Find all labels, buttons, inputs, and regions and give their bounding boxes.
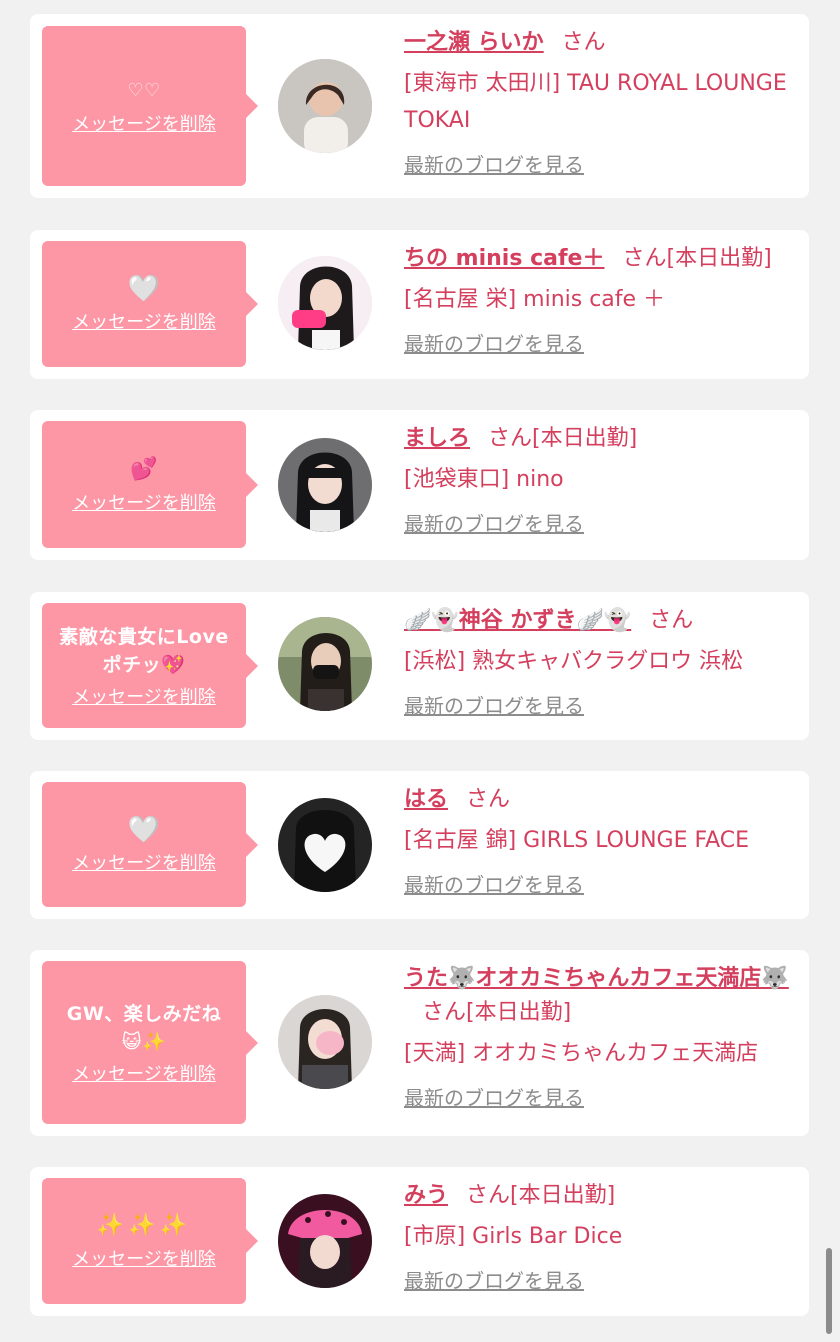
- latest-blog-link[interactable]: 最新のブログを見る: [404, 149, 584, 178]
- girl-photo-icon: [278, 256, 372, 350]
- message-bubble: 🤍 メッセージを削除: [42, 241, 258, 367]
- avatar[interactable]: [278, 1194, 372, 1288]
- message-text: 🤍: [127, 814, 161, 845]
- list-item: ✨✨✨ メッセージを削除 みう さん[本日出勤] [市原] Girls Bar D…: [30, 1167, 809, 1316]
- cast-info: ましろ さん[本日出勤] [池袋東口] nino 最新のブログを見る: [404, 422, 804, 537]
- list-item: 素敵な貴女にLoveポチッ💖 メッセージを削除 🪽👻神谷 かずき🪽👻 さん [浜松…: [30, 592, 809, 740]
- honorific: さん: [488, 426, 533, 451]
- list-item: GW、楽しみだね😺✨ メッセージを削除 うた🐺オオカミちゃんカフェ天満店🐺さん[…: [30, 950, 809, 1136]
- list-item: 🤍 メッセージを削除 ちの minis cafe＋ さん[本日出勤] [名古屋 栄…: [30, 230, 809, 379]
- honorific: さん: [466, 1183, 511, 1208]
- honorific: さん: [622, 246, 667, 271]
- latest-blog-link[interactable]: 最新のブログを見る: [404, 328, 584, 357]
- work-status: [本日出勤]: [510, 1183, 616, 1208]
- avatar[interactable]: [278, 256, 372, 350]
- girl-photo-icon: [278, 1194, 372, 1288]
- avatar[interactable]: [278, 59, 372, 153]
- cast-info: 🪽👻神谷 かずき🪽👻 さん [浜松] 熟女キャバクラグロウ 浜松 最新のブログを見…: [404, 604, 804, 719]
- avatar[interactable]: [278, 995, 372, 1089]
- delete-message-link[interactable]: メッセージを削除: [72, 1245, 216, 1271]
- avatar[interactable]: [278, 617, 372, 711]
- delete-message-link[interactable]: メッセージを削除: [72, 1060, 216, 1086]
- girl-photo-icon: [278, 617, 372, 711]
- cast-name-link[interactable]: ちの minis cafe＋: [404, 246, 604, 271]
- message-bubble: ♡♡ メッセージを削除: [42, 26, 258, 186]
- honorific: さん: [649, 608, 694, 633]
- work-status: [本日出勤]: [466, 1000, 572, 1025]
- message-text: ♡♡: [127, 80, 161, 101]
- message-bubble: 🤍 メッセージを削除: [42, 782, 258, 907]
- message-text: GW、楽しみだね😺✨: [66, 1002, 222, 1053]
- work-status: [本日出勤]: [532, 426, 638, 451]
- delete-message-link[interactable]: メッセージを削除: [72, 308, 216, 334]
- honorific: さん: [422, 1000, 467, 1025]
- shop-info: [浜松] 熟女キャバクラグロウ 浜松: [404, 649, 744, 674]
- latest-blog-link[interactable]: 最新のブログを見る: [404, 690, 584, 719]
- girl-photo-icon: [278, 59, 372, 153]
- honorific: さん: [561, 30, 606, 55]
- avatar[interactable]: [278, 798, 372, 892]
- cast-name-link[interactable]: ましろ: [404, 426, 470, 451]
- girl-photo-icon: [278, 995, 372, 1089]
- cast-name-link[interactable]: 一之瀬 らいか: [404, 30, 544, 55]
- list-item: 💕 メッセージを削除 ましろ さん[本日出勤] [池袋東口] nino 最新のブロ…: [30, 410, 809, 560]
- latest-blog-link[interactable]: 最新のブログを見る: [404, 869, 584, 898]
- message-bubble: GW、楽しみだね😺✨ メッセージを削除: [42, 961, 258, 1124]
- cast-name-link[interactable]: みう: [404, 1183, 448, 1208]
- girl-photo-icon: [278, 438, 372, 532]
- latest-blog-link[interactable]: 最新のブログを見る: [404, 1265, 584, 1294]
- scrollbar[interactable]: [826, 1248, 832, 1334]
- message-bubble: 素敵な貴女にLoveポチッ💖 メッセージを削除: [42, 603, 258, 728]
- shop-info: [名古屋 錦] GIRLS LOUNGE FACE: [404, 828, 750, 853]
- shop-info: [市原] Girls Bar Dice: [404, 1224, 623, 1249]
- work-status: [本日出勤]: [666, 246, 772, 271]
- message-text: 素敵な貴女にLoveポチッ💖: [59, 625, 229, 676]
- shop-info: [名古屋 栄] minis cafe ＋: [404, 287, 666, 312]
- message-text: 🤍: [127, 274, 161, 304]
- cast-name-link[interactable]: 🪽👻神谷 かずき🪽👻: [404, 608, 631, 633]
- delete-message-link[interactable]: メッセージを削除: [72, 683, 216, 709]
- cast-info: 一之瀬 らいか さん [東海市 太田川] TAU ROYAL LOUNGE TOK…: [404, 26, 804, 178]
- message-bubble: ✨✨✨ メッセージを削除: [42, 1178, 258, 1304]
- list-item: ♡♡ メッセージを削除 一之瀬 らいか さん [東海市 太田川] TAU ROYA…: [30, 14, 809, 198]
- honorific: さん: [466, 787, 511, 812]
- cast-name-link[interactable]: うた🐺オオカミちゃんカフェ天満店🐺: [404, 966, 789, 991]
- shop-info: [東海市 太田川] TAU ROYAL LOUNGE TOKAI: [404, 71, 787, 133]
- message-text: ✨✨✨: [96, 1213, 192, 1238]
- list-item: 🤍 メッセージを削除 はる さん [名古屋 錦] GIRLS LOUNGE FAC…: [30, 771, 809, 919]
- heart-cover-photo-icon: [278, 798, 372, 892]
- delete-message-link[interactable]: メッセージを削除: [72, 489, 216, 515]
- message-text: 💕: [130, 456, 158, 482]
- delete-message-link[interactable]: メッセージを削除: [72, 849, 216, 875]
- avatar[interactable]: [278, 438, 372, 532]
- cast-info: ちの minis cafe＋ さん[本日出勤] [名古屋 栄] minis caf…: [404, 242, 804, 357]
- shop-info: [天満] オオカミちゃんカフェ天満店: [404, 1041, 759, 1066]
- delete-message-link[interactable]: メッセージを削除: [72, 110, 216, 136]
- cast-info: みう さん[本日出勤] [市原] Girls Bar Dice 最新のブログを見る: [404, 1179, 804, 1294]
- latest-blog-link[interactable]: 最新のブログを見る: [404, 1082, 584, 1111]
- shop-info: [池袋東口] nino: [404, 467, 564, 492]
- latest-blog-link[interactable]: 最新のブログを見る: [404, 508, 584, 537]
- cast-info: うた🐺オオカミちゃんカフェ天満店🐺 さん[本日出勤] [天満] オオカミちゃんカフ…: [404, 962, 804, 1111]
- cast-name-link[interactable]: はる: [404, 787, 448, 812]
- message-bubble: 💕 メッセージを削除: [42, 421, 258, 548]
- cast-info: はる さん [名古屋 錦] GIRLS LOUNGE FACE 最新のブログを見る: [404, 783, 804, 898]
